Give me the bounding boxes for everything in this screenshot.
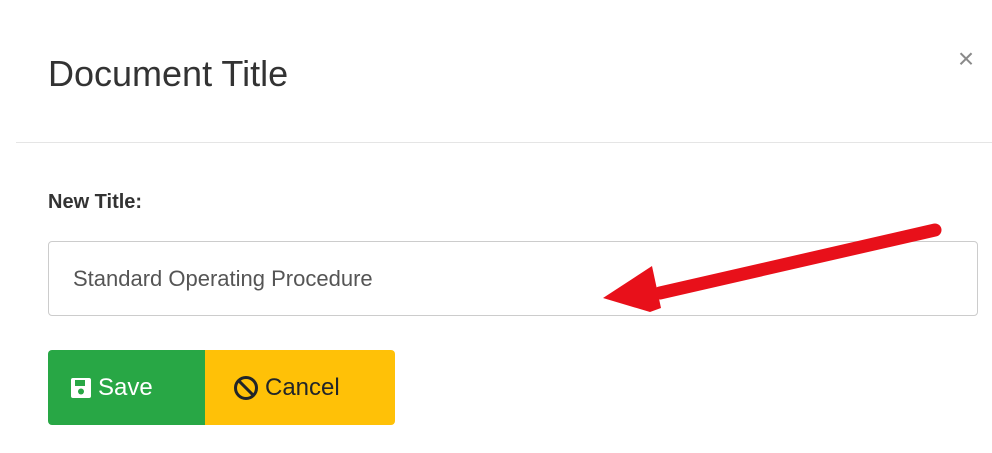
ban-icon — [233, 375, 259, 401]
close-icon: × — [957, 43, 975, 74]
new-title-label: New Title: — [48, 191, 143, 213]
cancel-button-label: Cancel — [265, 373, 340, 401]
save-button-label: Save — [98, 373, 153, 401]
save-button[interactable]: Save — [48, 350, 205, 425]
cancel-button[interactable]: Cancel — [205, 350, 395, 425]
floppy-disk-icon — [70, 377, 92, 399]
document-title-dialog: Document Title × New Title: Save Cancel — [0, 0, 992, 453]
dialog-title: Document Title — [48, 53, 289, 94]
new-title-input[interactable] — [48, 241, 978, 316]
dialog-header: Document Title × — [0, 0, 992, 143]
header-divider — [16, 142, 992, 143]
close-button[interactable]: × — [951, 44, 981, 74]
